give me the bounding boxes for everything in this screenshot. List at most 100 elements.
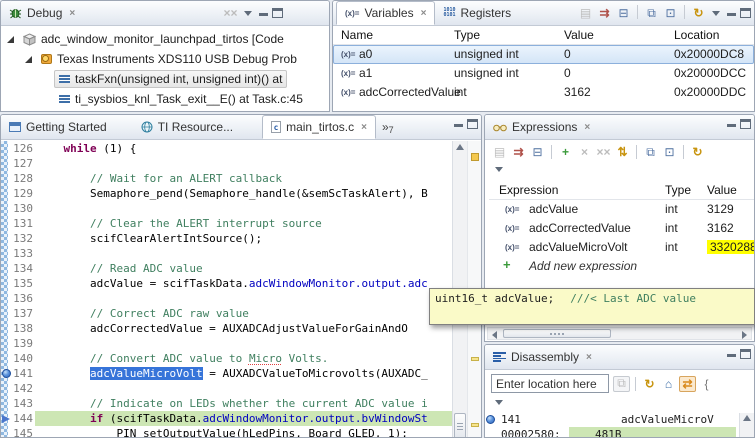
minimize-button[interactable] <box>453 119 464 129</box>
tab-disassembly[interactable]: Disassembly× <box>485 345 600 369</box>
code-line[interactable]: 137 // Correct ADC raw value <box>1 306 481 321</box>
disassembly-vertical-scrollbar[interactable] <box>739 413 754 437</box>
expression-row[interactable]: (x)=adcCorrectedValueint3162 <box>489 219 754 238</box>
code-line[interactable]: 126 while (1) { <box>1 141 481 156</box>
variable-row[interactable]: (x)=a0unsigned int00x20000DC8 <box>333 45 754 64</box>
code-line[interactable]: 129 Semaphore_pend(Semaphore_handle(&sem… <box>1 186 481 201</box>
collapse-all-icon[interactable]: ⊟ <box>529 144 546 160</box>
variable-row[interactable]: (x)=a1unsigned int00x20000DCC <box>333 64 754 83</box>
line-number[interactable]: 144 <box>8 411 33 426</box>
breakpoint-icon[interactable] <box>486 415 495 424</box>
code-line[interactable]: 127 <box>1 156 481 171</box>
more-editor-tabs-button[interactable]: »7 <box>382 115 394 139</box>
expand-arrow-icon[interactable] <box>7 36 14 43</box>
scroll-up-icon[interactable] <box>456 144 464 150</box>
code-line[interactable]: 138 adcCorrectedValue = AUXADCAdjustValu… <box>1 321 481 336</box>
line-number[interactable]: 130 <box>8 201 33 216</box>
minimize-button[interactable] <box>726 8 737 18</box>
maximize-button[interactable] <box>272 8 283 18</box>
code-line[interactable]: 142 <box>1 381 481 396</box>
minimize-button[interactable] <box>258 8 269 18</box>
line-number[interactable]: 133 <box>8 246 33 261</box>
line-number[interactable]: 145 <box>8 426 33 438</box>
scroll-left-icon[interactable] <box>492 331 497 339</box>
code-line[interactable]: 133 <box>1 246 481 261</box>
code-line[interactable]: 141 adcValueMicroVolt = AUXADCValueToMic… <box>1 366 481 381</box>
remove-all-expressions-icon[interactable]: ×× <box>595 144 612 160</box>
scrollbar-thumb[interactable] <box>454 413 466 438</box>
debug-tree-item[interactable]: Texas Instruments XDS110 USB Debug Prob <box>1 49 329 69</box>
show-logical-structure-icon[interactable]: ⇉ <box>596 5 613 21</box>
close-icon[interactable]: × <box>584 122 590 133</box>
refresh-icon[interactable]: ↻ <box>690 5 707 21</box>
code-line[interactable]: 130 <box>1 201 481 216</box>
tab-expressions[interactable]: Expressions× <box>485 115 598 139</box>
home-icon[interactable]: ⌂ <box>660 376 677 392</box>
refresh-icon[interactable]: ↻ <box>689 144 706 160</box>
line-number[interactable]: 134 <box>8 261 33 276</box>
debug-tree-item[interactable]: ti_sysbios_knl_Task_exit__E() at Task.c:… <box>1 89 329 109</box>
code-line[interactable]: 136 <box>1 291 481 306</box>
disassembly-line[interactable]: 141adcValueMicroV <box>485 412 754 427</box>
scroll-right-icon[interactable] <box>742 331 747 339</box>
tab-variables[interactable]: (x)=Variables× <box>336 1 435 25</box>
editor-tab-ti-resource-[interactable]: TI Resource... <box>133 115 241 139</box>
show-type-names-icon[interactable]: ▤ <box>577 5 594 21</box>
code-line[interactable]: 132 scifClearAlertIntSource(); <box>1 231 481 246</box>
tab-debug[interactable]: Debug× <box>1 1 83 25</box>
debug-tree-item[interactable]: taskFxn(unsigned int, unsigned int)() at <box>1 69 329 89</box>
location-input[interactable] <box>491 374 609 393</box>
line-number[interactable]: 132 <box>8 231 33 246</box>
maximize-button[interactable] <box>740 8 751 18</box>
close-icon[interactable]: × <box>69 8 75 19</box>
code-line[interactable]: 131 // Clear the ALERT interrupt source <box>1 216 481 231</box>
expression-row[interactable]: (x)=adcValueint3129 <box>489 200 754 219</box>
breakpoint-icon[interactable] <box>2 369 11 378</box>
line-number[interactable]: 137 <box>8 306 33 321</box>
code-line[interactable]: 139 <box>1 336 481 351</box>
collapse-all-icon[interactable]: ⊟ <box>615 5 632 21</box>
code-line[interactable]: 140 // Convert ADC value to Micro Volts. <box>1 351 481 366</box>
code-line[interactable]: 128 // Wait for an ALERT callback <box>1 171 481 186</box>
close-icon[interactable]: × <box>361 122 367 133</box>
scrollbar-thumb[interactable] <box>503 329 611 338</box>
line-number[interactable]: 126 <box>8 141 33 156</box>
navigate-to-location-icon[interactable]: ⧉ <box>613 376 630 392</box>
disassembly-listing[interactable]: 141adcValueMicroV00002580:481B <box>485 412 754 438</box>
line-number[interactable]: 128 <box>8 171 33 186</box>
expressions-table-header[interactable]: ExpressionTypeValue <box>489 181 754 200</box>
expression-row[interactable]: (x)=adcValueMicroVoltint3320288 <box>489 238 754 257</box>
disassembly-line[interactable]: 00002580:481B <box>485 427 754 438</box>
new-view-icon[interactable]: ⧉ <box>642 144 659 160</box>
show-logical-structure-icon[interactable]: ⇉ <box>510 144 527 160</box>
scroll-up-icon[interactable] <box>743 415 751 421</box>
view-menu-icon[interactable] <box>242 7 255 19</box>
code-line[interactable]: 134 // Read ADC value <box>1 261 481 276</box>
close-icon[interactable]: × <box>421 8 427 19</box>
line-number[interactable]: 143 <box>8 396 33 411</box>
maximize-button[interactable] <box>740 119 751 129</box>
debug-tree-item[interactable]: adc_window_monitor_launchpad_tirtos [Cod… <box>1 29 329 49</box>
show-source-icon[interactable]: { <box>698 376 715 392</box>
line-number[interactable]: 138 <box>8 321 33 336</box>
remove-expression-icon[interactable]: × <box>576 144 593 160</box>
minimize-button[interactable] <box>726 349 737 359</box>
close-icon[interactable]: × <box>586 352 592 363</box>
pin-view-icon[interactable]: ⊡ <box>662 5 679 21</box>
line-number[interactable]: 129 <box>8 186 33 201</box>
line-number[interactable]: 140 <box>8 351 33 366</box>
line-number[interactable]: 139 <box>8 336 33 351</box>
link-with-debug-icon[interactable]: ⇄ <box>679 376 696 392</box>
add-expression-icon[interactable]: + <box>557 144 574 160</box>
remove-all-terminated-icon[interactable]: ×× <box>222 5 239 21</box>
code-line[interactable]: 135 adcValue = scifTaskData.adcWindowMon… <box>1 276 481 291</box>
code-line[interactable]: 143 // Indicate on LEDs whether the curr… <box>1 396 481 411</box>
maximize-button[interactable] <box>740 349 751 359</box>
line-number[interactable]: 141 <box>8 366 33 381</box>
line-number[interactable]: 127 <box>8 156 33 171</box>
variables-table-header[interactable]: NameTypeValueLocation <box>333 26 754 45</box>
view-menu-icon[interactable] <box>710 7 723 19</box>
variable-row[interactable]: (x)=adcCorrectedValueint31620x20000DDC <box>333 83 754 102</box>
code-line[interactable]: 145 PIN_setOutputValue(hLedPins, Board_G… <box>1 426 481 438</box>
maximize-button[interactable] <box>467 119 478 129</box>
